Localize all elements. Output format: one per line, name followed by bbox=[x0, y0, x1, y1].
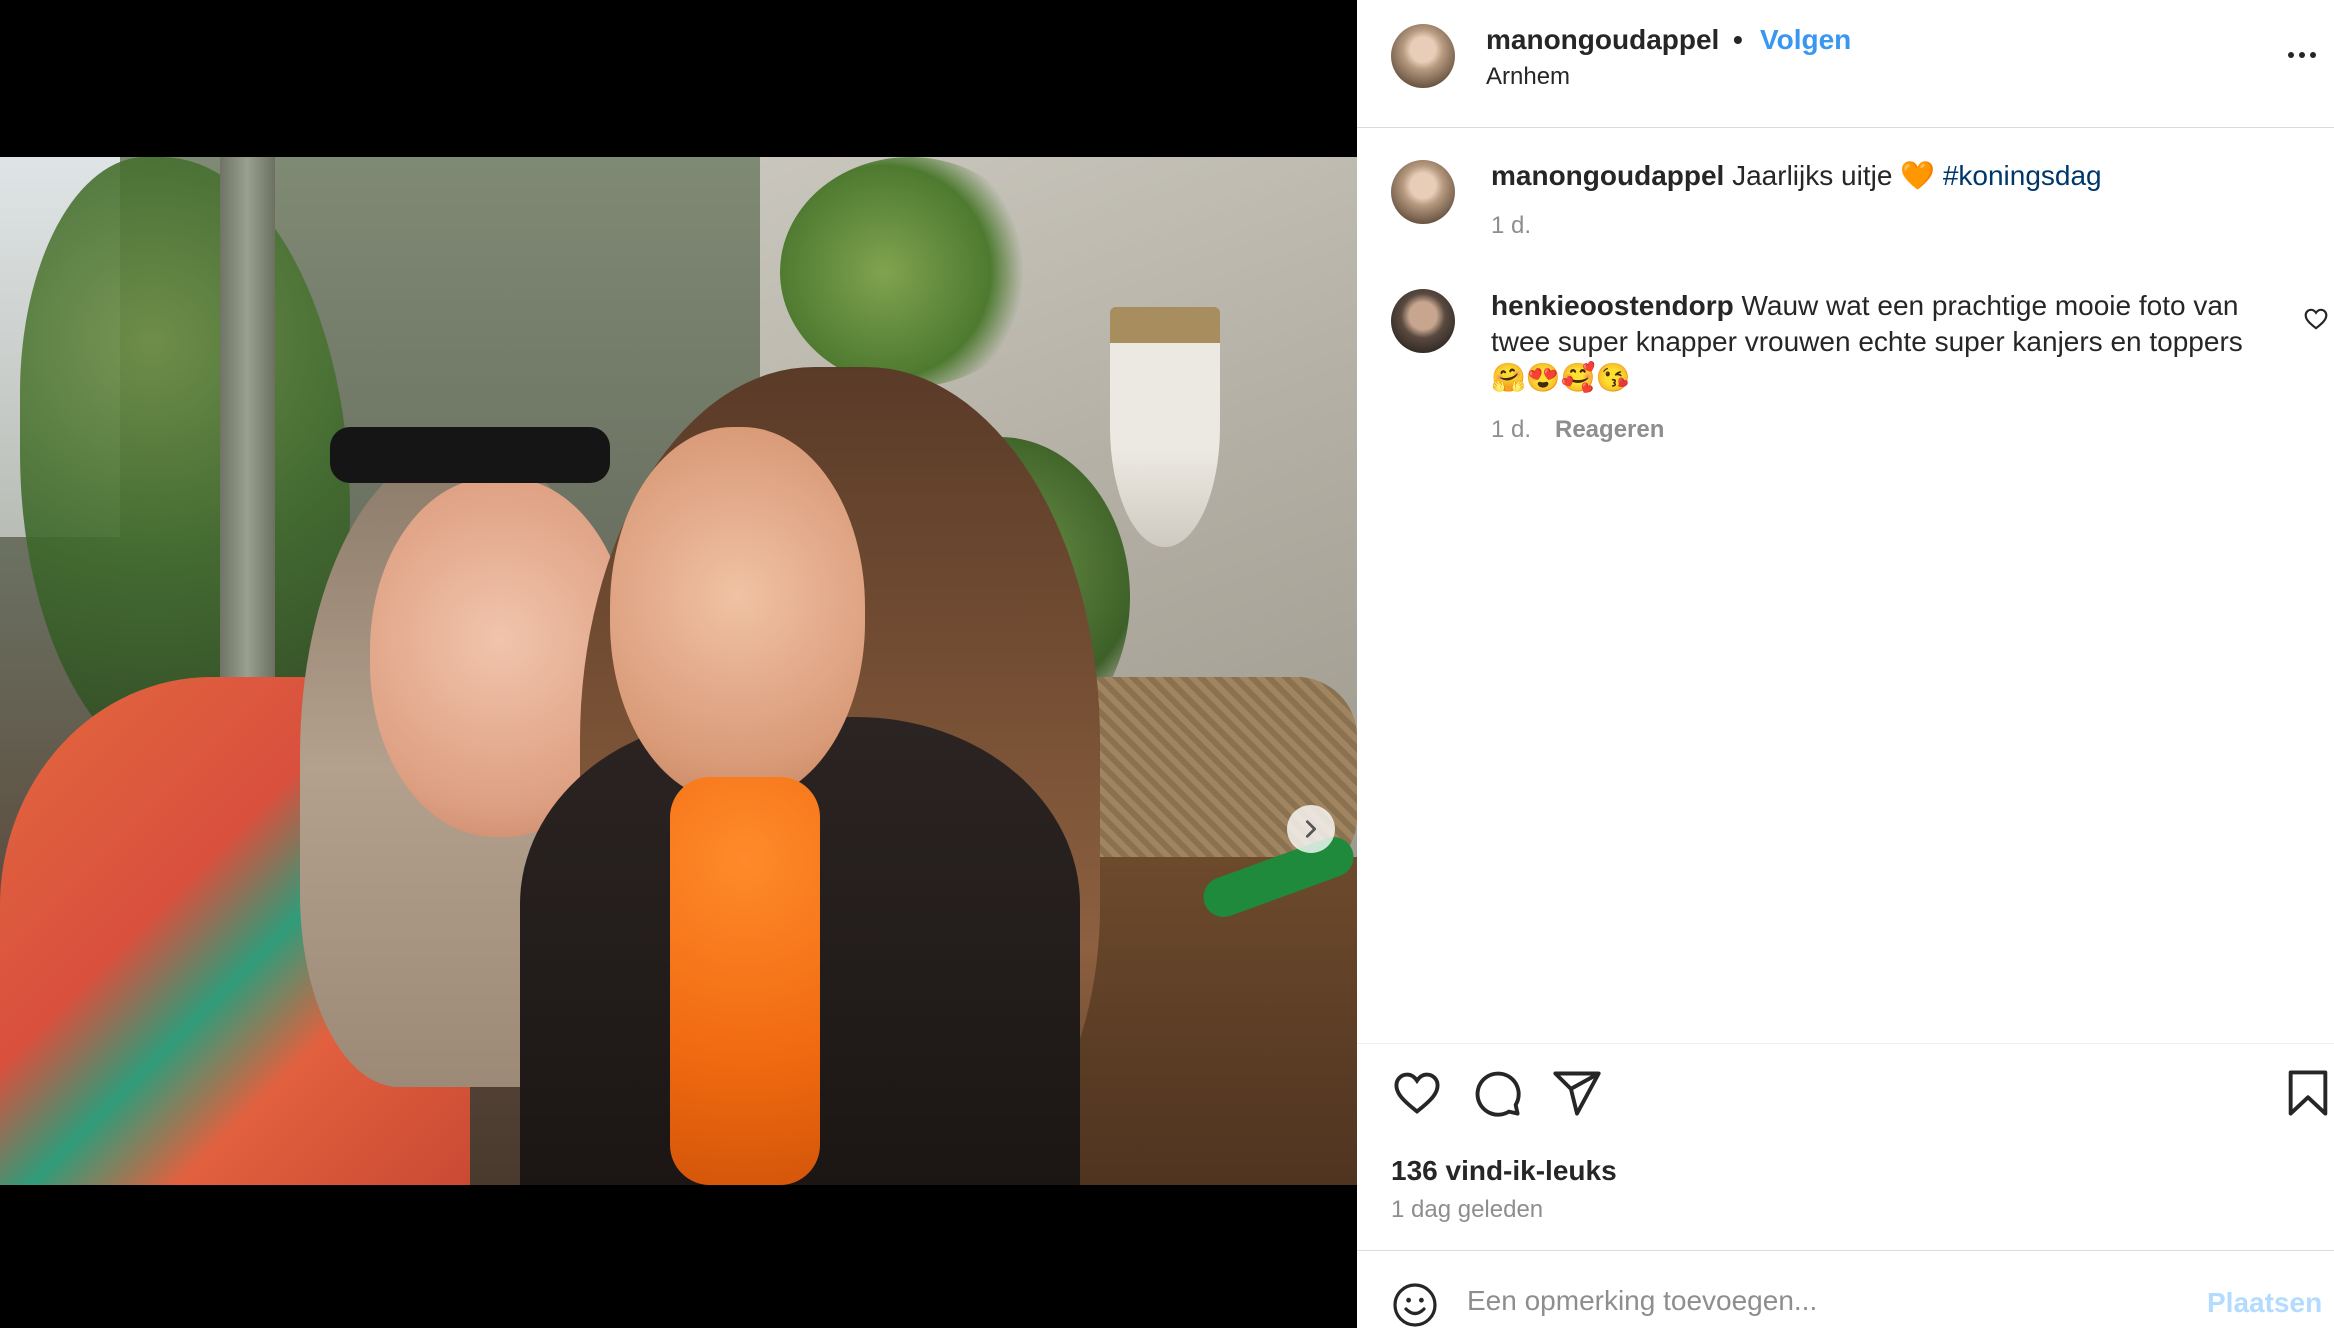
caption-username[interactable]: manongoudappel bbox=[1491, 160, 1724, 191]
follow-button[interactable]: Volgen bbox=[1760, 24, 1851, 56]
post-date: 1 dag geleden bbox=[1391, 1196, 1544, 1223]
caption-hashtag[interactable]: #koningsdag bbox=[1943, 160, 2102, 191]
comment-timestamp[interactable]: 1 d. bbox=[1491, 416, 1531, 444]
comment-text: henkieoostendorp Wauw wat een prachtige … bbox=[1491, 288, 2281, 396]
next-slide-button[interactable] bbox=[1287, 805, 1335, 853]
photo-orange-lei bbox=[670, 777, 820, 1185]
likes-count[interactable]: 136 vind-ik-leuks bbox=[1391, 1155, 1617, 1187]
post-header: manongoudappel • Volgen Arnhem bbox=[1357, 0, 2334, 128]
author-avatar[interactable] bbox=[1391, 24, 1455, 88]
heart-icon[interactable] bbox=[2303, 306, 2329, 332]
more-icon bbox=[2299, 52, 2305, 58]
photo-hanging-planter bbox=[1110, 307, 1220, 547]
heart-icon[interactable] bbox=[1391, 1067, 1443, 1119]
bookmark-icon[interactable] bbox=[2282, 1067, 2334, 1119]
post-photo[interactable] bbox=[0, 157, 1357, 1185]
emoji-icon[interactable] bbox=[1391, 1281, 1439, 1328]
media-pane bbox=[0, 0, 1357, 1328]
more-options-button[interactable] bbox=[2282, 40, 2322, 70]
photo-person-right-face bbox=[610, 427, 865, 802]
chevron-right-icon bbox=[1305, 820, 1317, 838]
comment-icon[interactable] bbox=[1471, 1067, 1523, 1119]
reply-button[interactable]: Reageren bbox=[1555, 416, 1664, 444]
post-comment-button[interactable]: Plaatsen bbox=[2207, 1287, 2322, 1319]
caption-body: Jaarlijks uitje 🧡 bbox=[1732, 160, 1943, 191]
photo-sunglasses bbox=[330, 427, 610, 483]
share-icon[interactable] bbox=[1551, 1067, 1603, 1119]
caption-avatar[interactable] bbox=[1391, 160, 1455, 224]
caption-text: manongoudappel Jaarlijks uitje 🧡 #koning… bbox=[1491, 158, 2281, 194]
more-icon bbox=[2288, 52, 2294, 58]
more-icon bbox=[2310, 52, 2316, 58]
comment-username[interactable]: henkieoostendorp bbox=[1491, 290, 1734, 321]
header-separator: • bbox=[1733, 24, 1743, 55]
post-side-panel: manongoudappel • Volgen Arnhem manongoud… bbox=[1357, 0, 2334, 1328]
post-location[interactable]: Arnhem bbox=[1486, 63, 1570, 91]
author-username[interactable]: manongoudappel bbox=[1486, 24, 1719, 56]
caption-timestamp[interactable]: 1 d. bbox=[1491, 212, 1531, 240]
action-divider bbox=[1357, 1043, 2334, 1044]
commenter-avatar[interactable] bbox=[1391, 289, 1455, 353]
comment-composer: Plaatsen bbox=[1357, 1250, 2334, 1328]
comment-input[interactable] bbox=[1467, 1273, 2167, 1328]
photo-foliage bbox=[780, 157, 1040, 387]
